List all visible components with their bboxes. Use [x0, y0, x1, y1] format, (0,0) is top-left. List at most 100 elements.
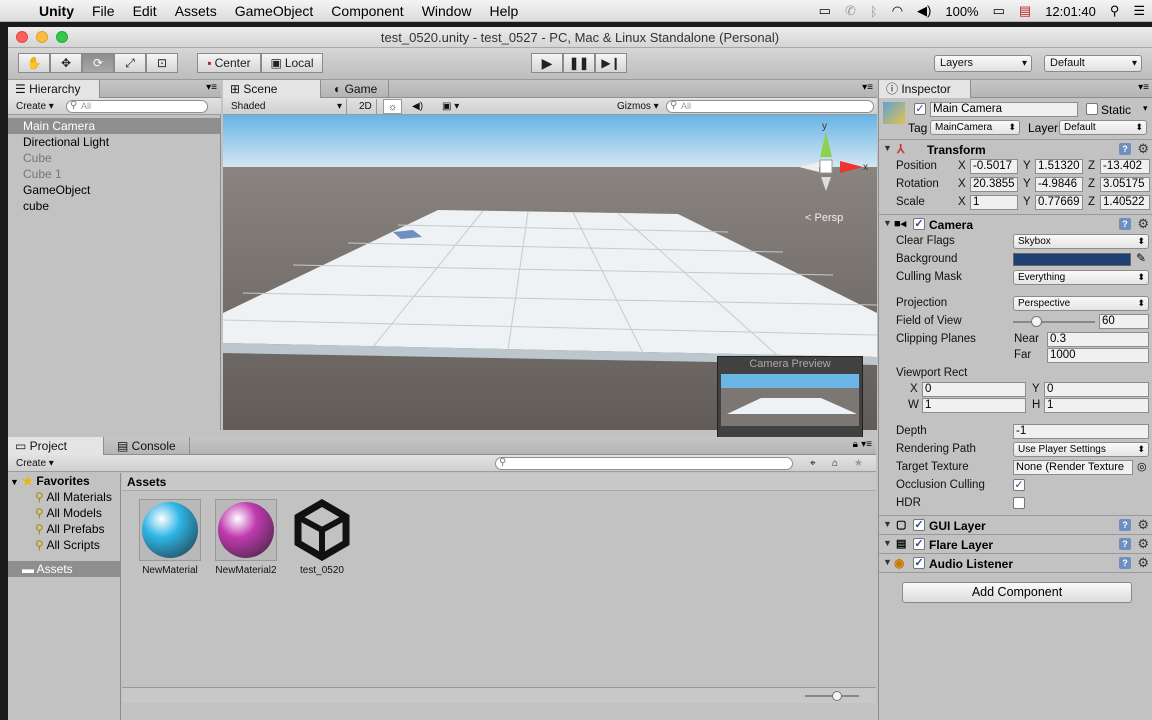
- tag-dropdown[interactable]: MainCamera: [930, 120, 1020, 135]
- menu-assets[interactable]: Assets: [166, 0, 226, 22]
- scene-audio-toggle[interactable]: ◀): [408, 99, 427, 114]
- position-x-field[interactable]: -0.5017: [970, 159, 1018, 174]
- scale-tool-button[interactable]: ⤢: [114, 53, 146, 73]
- tab-scene[interactable]: ⊞ Scene: [223, 80, 321, 98]
- filter-by-type-icon[interactable]: ⌖: [806, 456, 820, 471]
- battery-icon[interactable]: ▭: [986, 3, 1012, 19]
- favorite-all-scripts[interactable]: ⚲ All Scripts: [8, 537, 120, 553]
- help-icon[interactable]: ?: [1119, 557, 1131, 569]
- scene-lighting-toggle[interactable]: ☼: [383, 99, 403, 114]
- gear-icon[interactable]: ⚙: [1137, 517, 1149, 533]
- phone-icon[interactable]: ✆: [838, 3, 863, 19]
- favorite-all-prefabs[interactable]: ⚲ All Prefabs: [8, 521, 120, 537]
- move-tool-button[interactable]: ✥: [50, 53, 82, 73]
- menu-window[interactable]: Window: [413, 0, 481, 22]
- viewport-w-label[interactable]: W: [908, 399, 919, 411]
- hierarchy-create-button[interactable]: Create ▾: [12, 99, 58, 114]
- tab-console[interactable]: ▤ Console: [110, 437, 190, 455]
- asset-newmaterial[interactable]: NewMaterial: [135, 499, 205, 576]
- minimize-window-button[interactable]: [36, 31, 48, 43]
- menu-component[interactable]: Component: [322, 0, 412, 22]
- battery-percent[interactable]: 100%: [938, 4, 985, 19]
- filter-by-label-icon[interactable]: ⌂: [828, 456, 842, 471]
- favorite-star-icon[interactable]: ★: [850, 456, 867, 471]
- shading-dropdown[interactable]: Shaded ▾: [227, 99, 347, 114]
- fov-slider-track[interactable]: [1013, 321, 1095, 323]
- icon-size-slider-thumb[interactable]: [832, 691, 842, 701]
- gui-layer-checkbox[interactable]: ✓: [913, 519, 925, 531]
- airplay-icon[interactable]: ▭: [812, 3, 838, 19]
- favorites-header[interactable]: ▼ ★ Favorites: [8, 473, 120, 489]
- projection-dropdown[interactable]: Perspective: [1013, 296, 1149, 311]
- scene-search-input[interactable]: All: [666, 100, 874, 113]
- bluetooth-icon[interactable]: ᛒ: [863, 4, 885, 19]
- far-field[interactable]: 1000: [1047, 348, 1149, 363]
- rect-tool-button[interactable]: ⊡: [146, 53, 178, 73]
- notifications-icon[interactable]: ☰: [1126, 3, 1152, 19]
- gizmos-dropdown[interactable]: Gizmos ▾: [613, 99, 663, 114]
- project-search-input[interactable]: [495, 457, 793, 470]
- axis-y-label[interactable]: Y: [1023, 196, 1031, 208]
- static-checkbox[interactable]: ✓: [1086, 103, 1098, 115]
- hdr-checkbox[interactable]: ✓: [1013, 497, 1025, 509]
- hand-tool-button[interactable]: ✋: [18, 53, 50, 73]
- hierarchy-search-input[interactable]: All: [66, 100, 208, 113]
- tab-game[interactable]: ◐ Game: [327, 80, 389, 98]
- axis-y-label[interactable]: Y: [1023, 160, 1031, 172]
- lock-icon[interactable]: 🔒︎: [853, 439, 858, 450]
- tab-project[interactable]: ▭ Project: [8, 437, 104, 455]
- gui-layer-header[interactable]: ▼ ▢ ✓ GUI Layer ? ⚙: [879, 515, 1152, 534]
- target-texture-field[interactable]: None (Render Texture: [1013, 460, 1133, 475]
- camera-header[interactable]: ▼ ■◂ ✓ Camera ? ⚙: [879, 214, 1152, 233]
- rendering-path-dropdown[interactable]: Use Player Settings: [1013, 442, 1149, 457]
- position-y-field[interactable]: 1.51320: [1035, 159, 1083, 174]
- axis-x-label[interactable]: X: [958, 196, 966, 208]
- close-window-button[interactable]: [16, 31, 28, 43]
- project-panel-menu-icon[interactable]: ▾≡: [861, 439, 872, 450]
- menu-help[interactable]: Help: [480, 0, 527, 22]
- menu-gameobject[interactable]: GameObject: [226, 0, 323, 22]
- inspector-panel-menu-icon[interactable]: ▾≡: [1138, 82, 1149, 93]
- active-checkbox[interactable]: ✓: [914, 103, 926, 115]
- step-button[interactable]: ▶❙: [595, 53, 627, 73]
- flare-layer-checkbox[interactable]: ✓: [913, 538, 925, 550]
- depth-field[interactable]: -1: [1013, 424, 1149, 439]
- menu-file[interactable]: File: [83, 0, 124, 22]
- occlusion-culling-checkbox[interactable]: ✓: [1013, 479, 1025, 491]
- layers-dropdown[interactable]: Layers: [934, 55, 1032, 72]
- hierarchy-item-gameobject[interactable]: GameObject: [8, 182, 220, 198]
- camera-enabled-checkbox[interactable]: ✓: [913, 218, 925, 230]
- panel-menu-icon[interactable]: ▾≡: [206, 82, 217, 93]
- add-component-button[interactable]: Add Component: [902, 582, 1132, 603]
- viewport-x-field[interactable]: 0: [922, 382, 1026, 397]
- rotation-x-field[interactable]: 20.3855: [970, 177, 1018, 192]
- menu-edit[interactable]: Edit: [124, 0, 166, 22]
- axis-z-label[interactable]: Z: [1088, 160, 1095, 172]
- position-z-field[interactable]: -13.402: [1100, 159, 1150, 174]
- scene-panel-menu-icon[interactable]: ▾≡: [862, 82, 873, 93]
- viewport-h-field[interactable]: 1: [1044, 398, 1149, 413]
- help-icon[interactable]: ?: [1119, 143, 1131, 155]
- viewport-x-label[interactable]: X: [910, 383, 918, 395]
- viewport-y-field[interactable]: 0: [1044, 382, 1149, 397]
- layout-dropdown[interactable]: Default: [1044, 55, 1142, 72]
- hierarchy-item-directional-light[interactable]: Directional Light: [8, 134, 220, 150]
- gear-icon[interactable]: ⚙: [1137, 141, 1149, 157]
- viewport-h-label[interactable]: H: [1032, 399, 1040, 411]
- help-icon[interactable]: ?: [1119, 538, 1131, 550]
- rotation-z-field[interactable]: 3.05175: [1100, 177, 1150, 192]
- hierarchy-item-cube-lower[interactable]: cube: [8, 198, 220, 214]
- play-button[interactable]: ▶: [531, 53, 563, 73]
- object-name-field[interactable]: Main Camera: [930, 102, 1078, 117]
- rotation-y-field[interactable]: -4.9846: [1035, 177, 1083, 192]
- help-icon[interactable]: ?: [1119, 218, 1131, 230]
- favorite-all-materials[interactable]: ⚲ All Materials: [8, 489, 120, 505]
- scale-x-field[interactable]: 1: [970, 195, 1018, 210]
- favorite-all-models[interactable]: ⚲ All Models: [8, 505, 120, 521]
- flag-icon[interactable]: ▤: [1012, 3, 1038, 19]
- flare-layer-header[interactable]: ▼ ▤ ✓ Flare Layer ? ⚙: [879, 534, 1152, 553]
- gear-icon[interactable]: ⚙: [1137, 555, 1149, 571]
- hierarchy-item-main-camera[interactable]: Main Camera: [8, 118, 220, 134]
- 2d-toggle[interactable]: 2D: [355, 99, 377, 114]
- scale-z-field[interactable]: 1.40522: [1100, 195, 1150, 210]
